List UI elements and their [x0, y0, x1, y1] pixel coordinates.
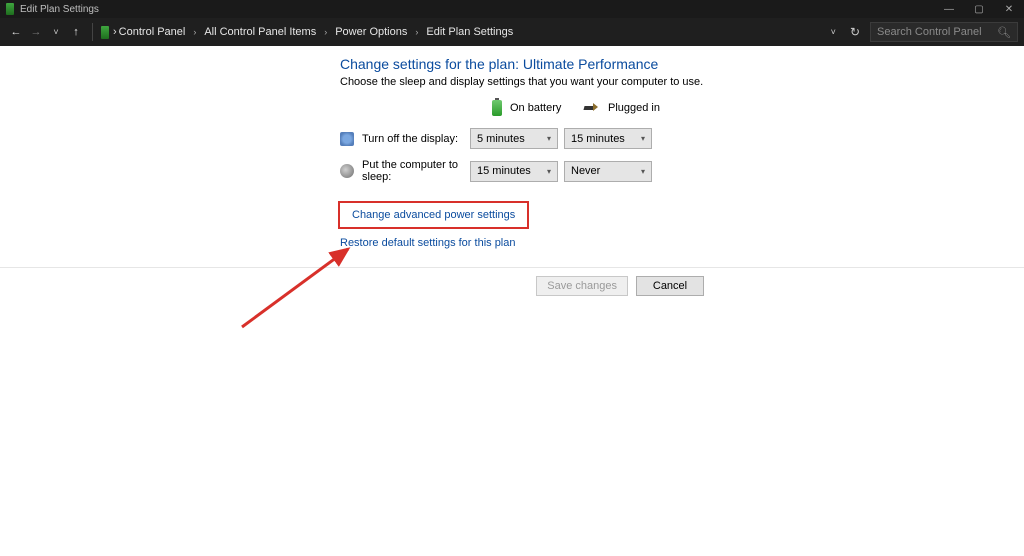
breadcrumb-item[interactable]: Power Options — [333, 24, 409, 40]
refresh-button[interactable]: ↻ — [850, 25, 860, 39]
chevron-down-icon: ▾ — [547, 134, 551, 143]
settings-panel: Change settings for the plan: Ultimate P… — [340, 56, 940, 255]
chevron-right-icon: › — [409, 27, 424, 37]
battery-icon — [492, 100, 502, 116]
sleep-timeout-label: Put the computer to sleep: — [362, 159, 470, 183]
save-changes-button: Save changes — [536, 276, 628, 296]
window-title: Edit Plan Settings — [20, 4, 99, 15]
forward-button[interactable]: → — [26, 26, 46, 38]
on-battery-header: On battery — [492, 100, 582, 116]
content-area: Change settings for the plan: Ultimate P… — [0, 46, 1024, 296]
breadcrumb: Control Panel › All Control Panel Items … — [117, 24, 827, 40]
toolbar-separator — [92, 23, 93, 41]
display-battery-dropdown[interactable]: 5 minutes ▾ — [470, 128, 558, 149]
back-button[interactable]: ← — [6, 26, 26, 38]
dropdown-value: 5 minutes — [477, 133, 525, 145]
footer-buttons: Save changes Cancel — [0, 268, 1024, 296]
breadcrumb-item[interactable]: All Control Panel Items — [202, 24, 318, 40]
chevron-down-icon: ▾ — [547, 167, 551, 176]
window-titlebar: Edit Plan Settings — ▢ ✕ — [0, 0, 1024, 18]
battery-icon — [101, 26, 109, 39]
up-button[interactable]: ↑ — [66, 26, 86, 38]
minimize-button[interactable]: — — [934, 0, 964, 18]
chevron-down-icon: ▾ — [641, 167, 645, 176]
advanced-settings-link[interactable]: Change advanced power settings — [338, 201, 529, 229]
history-dropdown[interactable]: ˅ — [46, 27, 66, 37]
chevron-right-icon: › — [318, 27, 333, 37]
breadcrumb-item[interactable]: Control Panel — [117, 24, 188, 40]
display-icon — [340, 132, 354, 146]
display-plugged-dropdown[interactable]: 15 minutes ▾ — [564, 128, 652, 149]
close-button[interactable]: ✕ — [994, 0, 1024, 18]
column-headers: On battery Plugged in — [340, 100, 940, 116]
dropdown-value: Never — [571, 165, 600, 177]
breadcrumb-item[interactable]: Edit Plan Settings — [424, 24, 515, 40]
cancel-button[interactable]: Cancel — [636, 276, 704, 296]
address-dropdown[interactable]: ˅ — [827, 27, 840, 37]
search-icon: 🔍︎ — [997, 26, 1011, 39]
sleep-plugged-dropdown[interactable]: Never ▾ — [564, 161, 652, 182]
sleep-timeout-row: Put the computer to sleep: 15 minutes ▾ … — [340, 159, 940, 183]
links-section: Change advanced power settings Restore d… — [340, 201, 940, 255]
chevron-right-icon: › — [187, 27, 202, 37]
toolbar-right: ˅ ↻ Search Control Panel 🔍︎ — [827, 22, 1018, 42]
display-timeout-row: Turn off the display: 5 minutes ▾ 15 min… — [340, 128, 940, 149]
search-input[interactable]: Search Control Panel 🔍︎ — [870, 22, 1018, 42]
sleep-icon — [340, 164, 354, 178]
plug-icon — [584, 102, 600, 114]
display-timeout-label: Turn off the display: — [362, 133, 470, 145]
chevron-down-icon: ▾ — [641, 134, 645, 143]
sleep-battery-dropdown[interactable]: 15 minutes ▾ — [470, 161, 558, 182]
maximize-button[interactable]: ▢ — [964, 0, 994, 18]
on-battery-label: On battery — [510, 102, 561, 114]
battery-app-icon — [6, 3, 14, 15]
search-placeholder: Search Control Panel — [877, 26, 982, 38]
dropdown-value: 15 minutes — [571, 133, 625, 145]
restore-defaults-link[interactable]: Restore default settings for this plan — [340, 237, 515, 249]
page-title: Change settings for the plan: Ultimate P… — [340, 56, 940, 72]
plugged-in-header: Plugged in — [584, 102, 674, 114]
page-subtitle: Choose the sleep and display settings th… — [340, 76, 940, 88]
dropdown-value: 15 minutes — [477, 165, 531, 177]
plugged-in-label: Plugged in — [608, 102, 660, 114]
window-controls: — ▢ ✕ — [934, 0, 1024, 18]
explorer-toolbar: ← → ˅ ↑ › Control Panel › All Control Pa… — [0, 18, 1024, 46]
